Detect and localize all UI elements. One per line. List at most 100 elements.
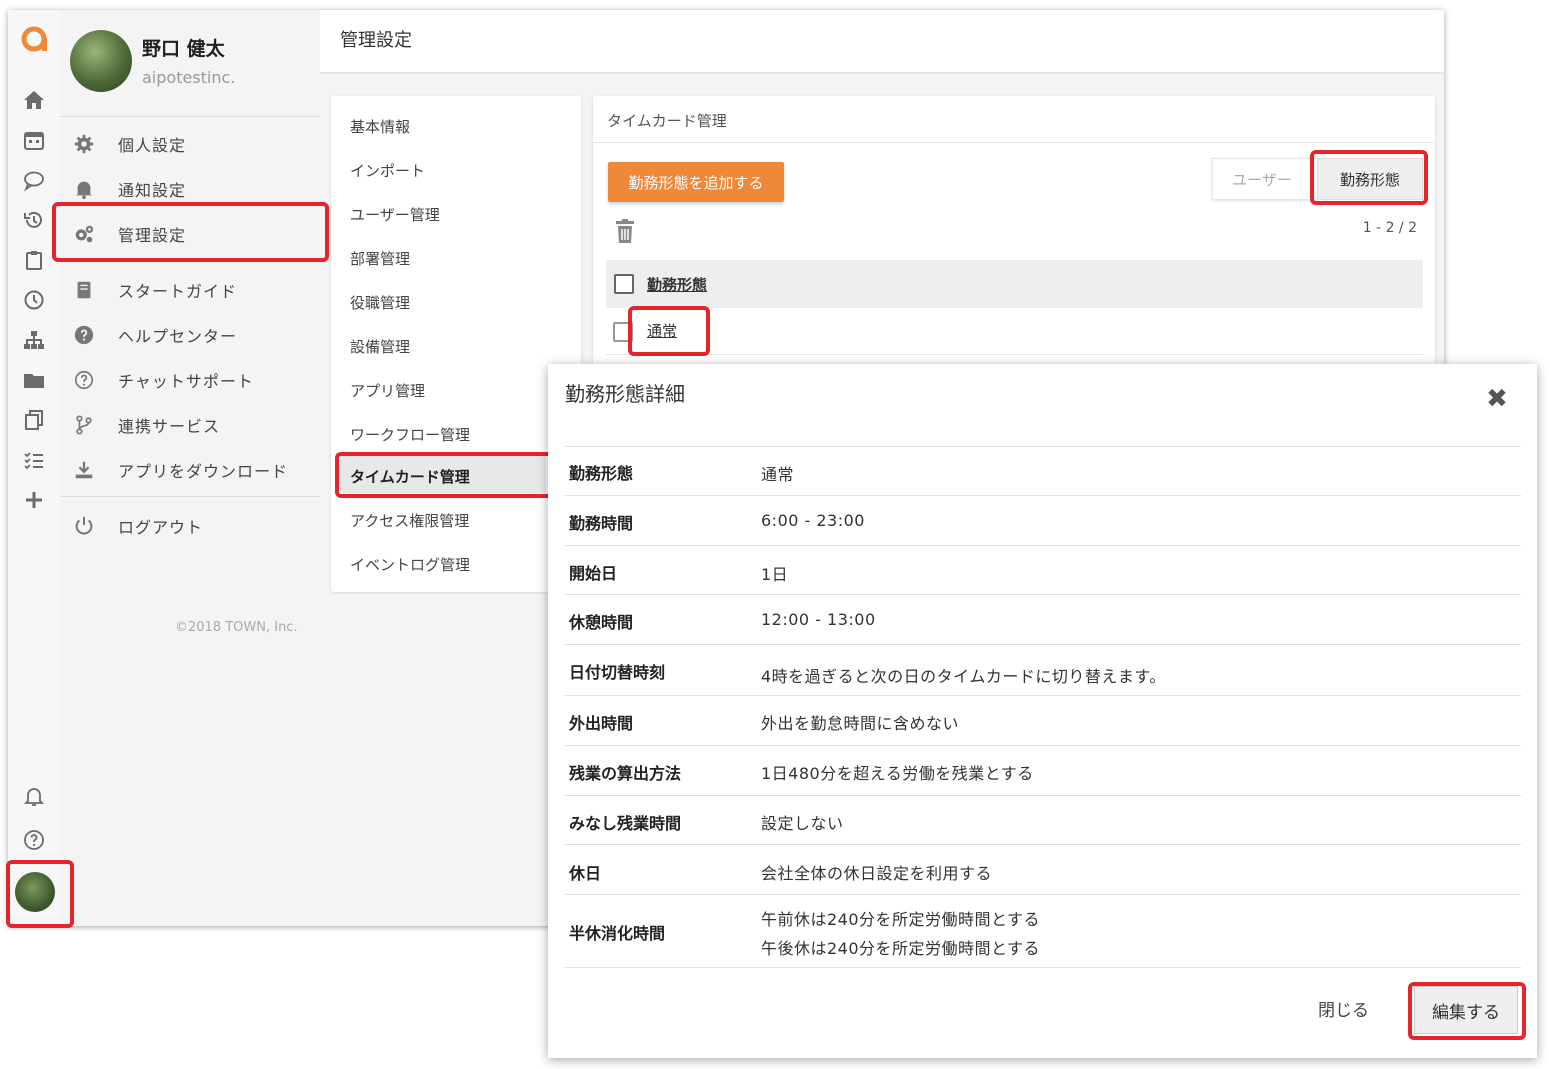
select-all-checkbox[interactable]	[614, 274, 634, 294]
side-item-notification-settings[interactable]: 通知設定	[60, 169, 320, 209]
side-menu: 野口 健太 aipotestinc. 個人設定 通知設定 管理設定 スタートガイ…	[60, 10, 320, 926]
field-value: 設定しない	[761, 814, 844, 833]
toggle-work-type-button[interactable]: 勤務形態	[1317, 158, 1423, 200]
close-icon[interactable]: ✖	[1484, 386, 1510, 412]
dialog-divider	[565, 495, 1521, 496]
dialog-divider	[565, 894, 1521, 895]
side-divider	[60, 260, 320, 261]
side-item-integrations[interactable]: 連携サービス	[60, 405, 320, 445]
field-label: 勤務時間	[569, 514, 634, 533]
admin-menu-item-event-log[interactable]: イベントログ管理	[350, 554, 470, 575]
dialog-divider	[565, 695, 1521, 696]
app-logo-icon[interactable]	[20, 24, 50, 54]
chat-icon[interactable]	[20, 166, 48, 194]
field-label: 休日	[569, 864, 602, 883]
history-icon[interactable]	[20, 206, 48, 234]
admin-menu-item-users[interactable]: ユーザー管理	[350, 204, 440, 225]
row-divider	[606, 354, 1423, 355]
work-type-link[interactable]: 通常	[647, 320, 677, 341]
dialog-divider	[565, 446, 1521, 447]
dialog-divider	[565, 644, 1521, 645]
help-outline-icon[interactable]	[20, 826, 48, 854]
row-checkbox[interactable]	[613, 322, 633, 342]
clipboard-icon[interactable]	[20, 246, 48, 274]
side-item-label: ヘルプセンター	[118, 327, 238, 346]
side-item-chat-support[interactable]: チャットサポート	[60, 360, 320, 400]
side-item-label: スタートガイド	[118, 282, 238, 301]
side-item-label: 連携サービス	[118, 417, 221, 436]
bell-outline-icon[interactable]	[20, 782, 48, 810]
clock-icon[interactable]	[20, 286, 48, 314]
field-label: 勤務形態	[569, 464, 634, 483]
profile-avatar[interactable]	[70, 30, 132, 92]
copyright: ©2018 TOWN, Inc.	[175, 620, 298, 635]
dialog-divider	[565, 745, 1521, 746]
org-chart-icon[interactable]	[20, 326, 48, 354]
dialog-edit-button[interactable]: 編集する	[1414, 986, 1518, 1034]
field-value: 会社全体の休日設定を利用する	[761, 864, 993, 883]
admin-menu-item-apps[interactable]: アプリ管理	[350, 380, 425, 401]
field-label: みなし残業時間	[569, 814, 682, 833]
admin-menu-item-access-rights[interactable]: アクセス権限管理	[350, 510, 469, 531]
side-item-help-center[interactable]: ヘルプセンター	[60, 315, 320, 355]
dialog-divider	[565, 967, 1521, 968]
field-value-line2: 午後休は240分を所定労働時間とする	[761, 939, 1041, 958]
dialog-close-button[interactable]: 閉じる	[1318, 996, 1369, 1021]
field-value: 午前休は240分を所定労働時間とする	[761, 910, 1041, 929]
side-item-label: アプリをダウンロード	[118, 462, 289, 481]
admin-menu-item-timecard[interactable]: タイムカード管理	[350, 466, 470, 487]
side-item-label: 管理設定	[118, 226, 187, 245]
admin-menu-item-import[interactable]: インポート	[350, 160, 425, 181]
question-outline-icon	[72, 368, 96, 392]
dialog-divider	[565, 795, 1521, 796]
profile-org: aipotestinc.	[142, 68, 236, 87]
side-item-admin-settings[interactable]: 管理設定	[60, 214, 320, 254]
gears-icon	[72, 222, 96, 246]
work-type-detail-dialog: 勤務形態詳細 ✖ 勤務形態 通常 勤務時間 6:00 - 23:00 開始日 1…	[548, 364, 1537, 1058]
side-item-logout[interactable]: ログアウト	[60, 506, 320, 546]
side-item-start-guide[interactable]: スタートガイド	[60, 270, 320, 310]
field-label: 開始日	[569, 564, 618, 583]
field-value: 通常	[761, 465, 795, 484]
side-divider	[60, 496, 320, 497]
admin-menu-item-basic-info[interactable]: 基本情報	[350, 116, 410, 137]
home-icon[interactable]	[20, 86, 48, 114]
column-header-work-type[interactable]: 勤務形態	[647, 274, 707, 295]
field-label: 残業の算出方法	[569, 764, 682, 783]
profile-name: 野口 健太	[142, 38, 225, 60]
toggle-user-button[interactable]: ユーザー	[1212, 158, 1312, 200]
admin-menu-item-facilities[interactable]: 設備管理	[350, 336, 410, 357]
calendar-icon[interactable]	[20, 126, 48, 154]
branch-icon	[72, 413, 96, 437]
rail-avatar[interactable]	[15, 872, 55, 912]
dialog-divider	[565, 594, 1521, 595]
side-item-label: 通知設定	[118, 181, 187, 200]
field-value: 12:00 - 13:00	[761, 610, 876, 629]
field-label: 外出時間	[569, 714, 634, 733]
field-label: 半休消化時間	[569, 924, 666, 943]
side-item-label: チャットサポート	[118, 372, 254, 391]
dialog-divider	[565, 545, 1521, 546]
help-circle-icon	[72, 323, 96, 347]
folder-icon[interactable]	[20, 366, 48, 394]
field-label: 休憩時間	[569, 613, 634, 632]
side-divider	[60, 116, 320, 117]
task-list-icon[interactable]	[20, 446, 48, 474]
admin-menu-item-positions[interactable]: 役職管理	[350, 292, 410, 313]
side-item-personal-settings[interactable]: 個人設定	[60, 124, 320, 164]
power-icon	[72, 514, 96, 538]
table-header: 勤務形態	[606, 260, 1423, 308]
side-item-download-app[interactable]: アプリをダウンロード	[60, 450, 320, 490]
copy-icon[interactable]	[20, 406, 48, 434]
admin-menu-item-departments[interactable]: 部署管理	[350, 248, 410, 269]
plus-icon[interactable]	[20, 486, 48, 514]
trash-icon[interactable]	[613, 218, 637, 244]
timecard-card: タイムカード管理 勤務形態を追加する ユーザー 勤務形態 1 - 2 / 2 勤…	[593, 96, 1435, 376]
book-icon	[72, 278, 96, 302]
card-divider	[593, 142, 1435, 143]
admin-menu-item-workflow[interactable]: ワークフロー管理	[350, 424, 470, 445]
add-work-type-button[interactable]: 勤務形態を追加する	[608, 162, 784, 202]
admin-menu: 基本情報 インポート ユーザー管理 部署管理 役職管理 設備管理 アプリ管理 ワ…	[331, 96, 581, 592]
bell-icon	[72, 177, 96, 201]
side-item-label: 個人設定	[118, 136, 187, 155]
